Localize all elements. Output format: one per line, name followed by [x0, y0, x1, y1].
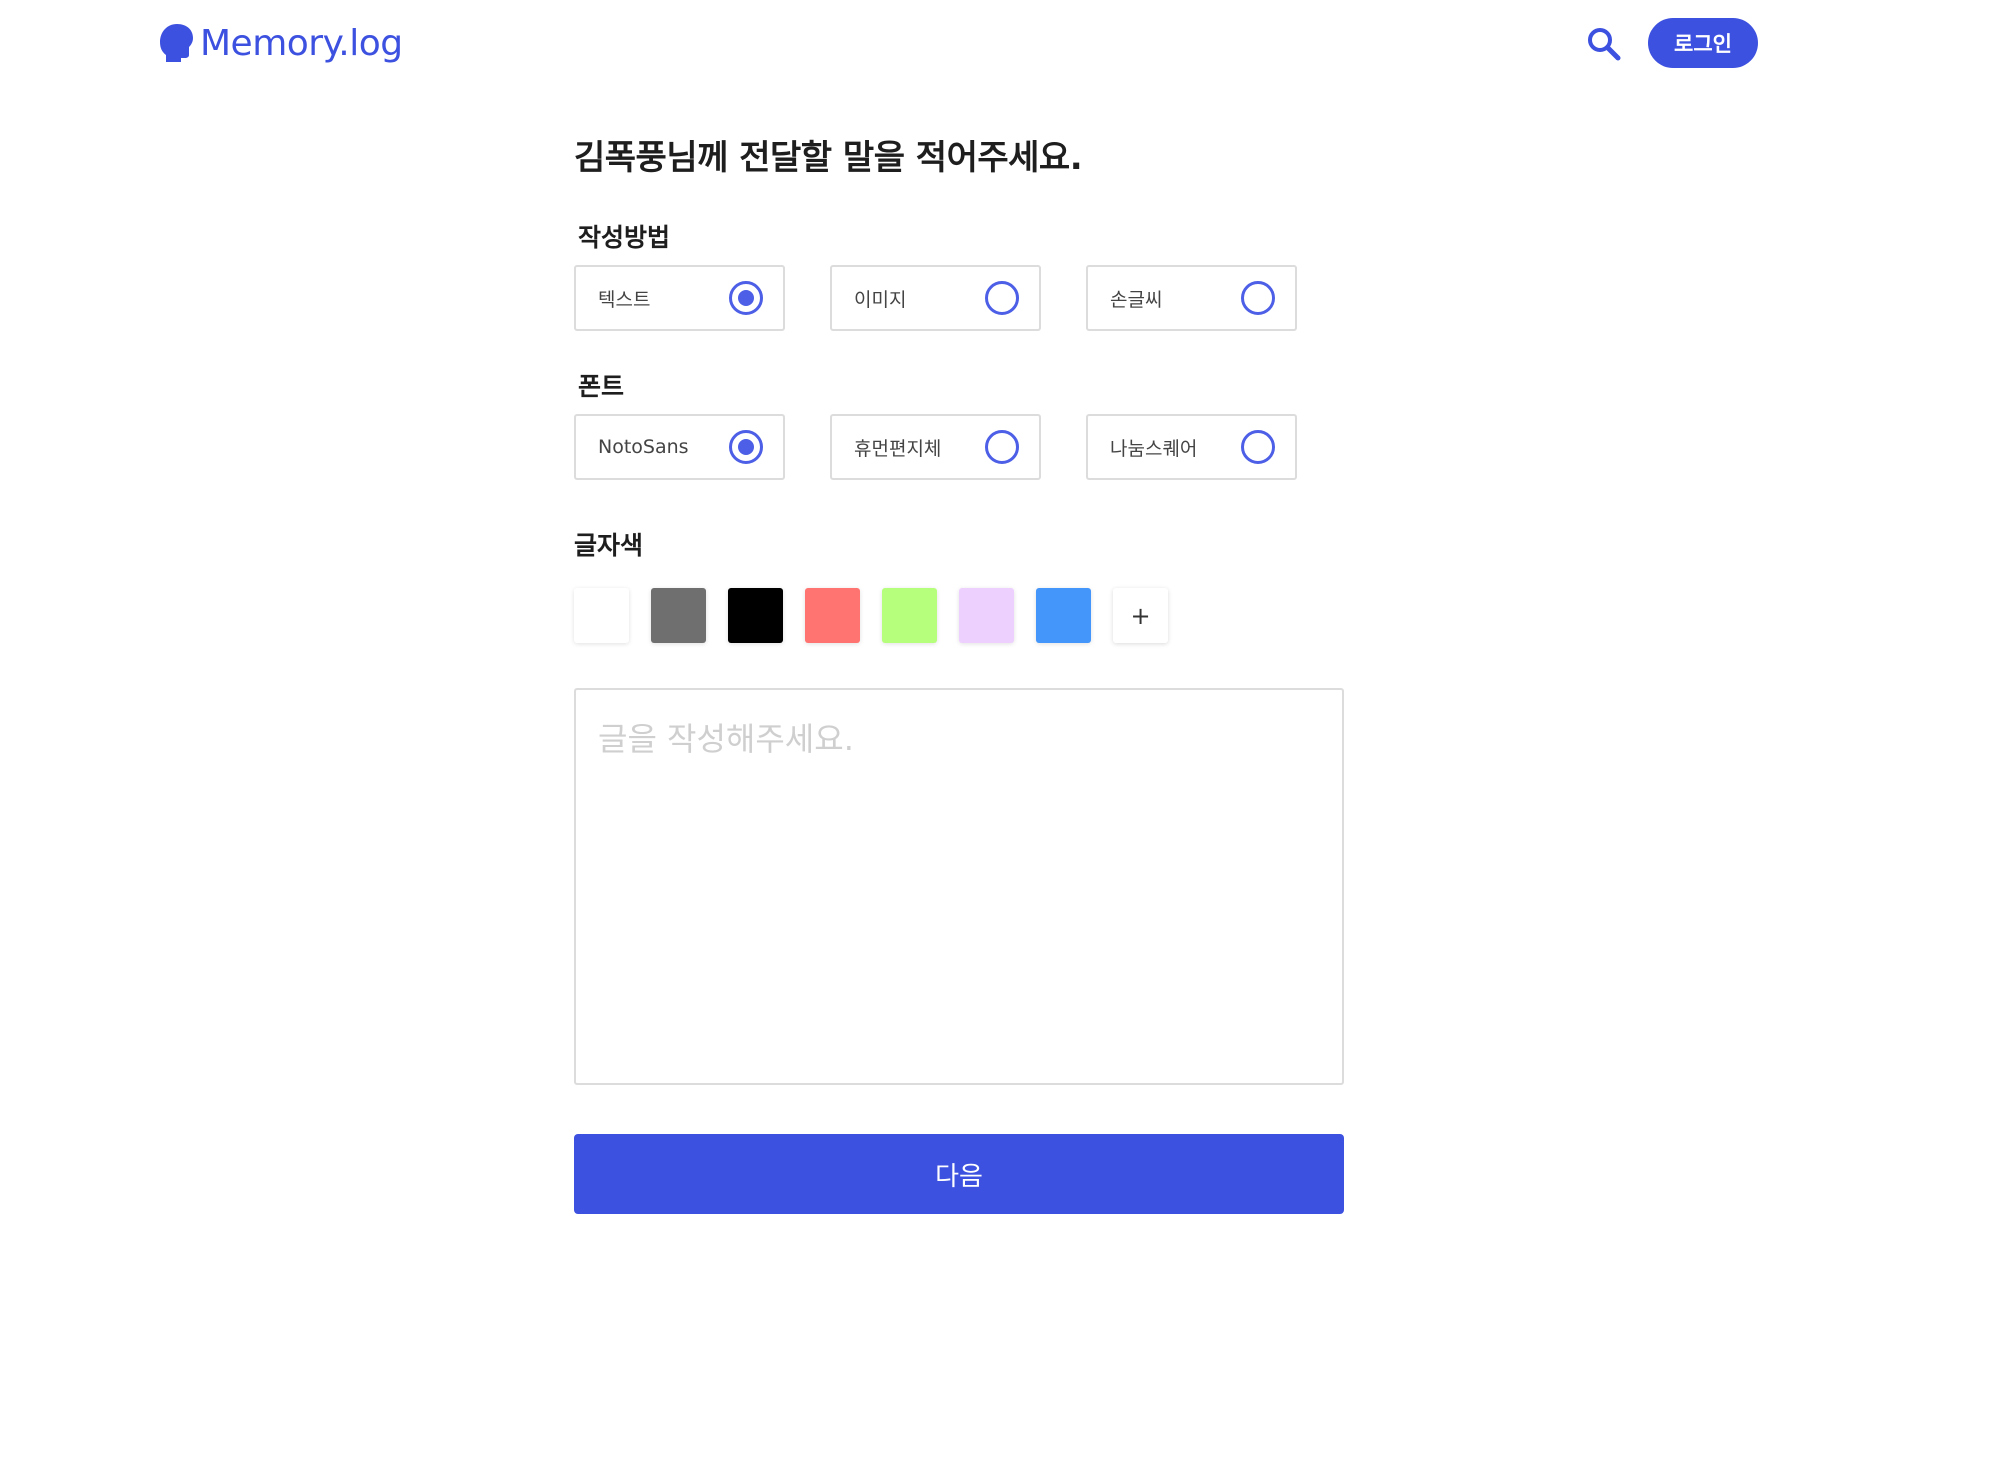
color-swatch-gray[interactable]	[651, 588, 706, 643]
option-label: 이미지	[854, 288, 907, 311]
radio-checked[interactable]	[729, 281, 763, 315]
font-label: 폰트	[578, 372, 625, 401]
message-textarea[interactable]	[574, 688, 1344, 1085]
radio-unchecked[interactable]	[985, 281, 1019, 315]
page-title: 김폭풍님께 전달할 말을 적어주세요.	[574, 138, 1083, 178]
login-button[interactable]: 로그인	[1648, 18, 1758, 68]
logo[interactable]: Memory.log	[158, 20, 403, 66]
search-icon	[1588, 28, 1621, 61]
font-option-notosans[interactable]: NotoSans	[574, 414, 785, 480]
logo-text: Memory.log	[200, 22, 403, 64]
font-option-nanum-square[interactable]: 나눔스퀘어	[1086, 414, 1297, 480]
write-method-option-handwriting[interactable]: 손글씨	[1086, 265, 1297, 331]
color-swatches: +	[574, 588, 1168, 643]
option-label: 텍스트	[598, 288, 651, 311]
radio-dot	[738, 439, 754, 455]
option-label: NotoSans	[598, 436, 689, 458]
color-swatch-blue[interactable]	[1036, 588, 1091, 643]
color-swatch-red[interactable]	[805, 588, 860, 643]
add-color-button[interactable]: +	[1113, 588, 1168, 643]
write-method-option-text[interactable]: 텍스트	[574, 265, 785, 331]
head-silhouette-icon	[160, 24, 193, 62]
option-label: 휴먼편지체	[854, 437, 942, 460]
search-button[interactable]	[1586, 26, 1622, 62]
write-method-options: 텍스트 이미지 손글씨	[574, 265, 1297, 331]
radio-checked[interactable]	[729, 430, 763, 464]
color-swatch-lavender[interactable]	[959, 588, 1014, 643]
next-button[interactable]: 다음	[574, 1134, 1344, 1214]
write-method-label: 작성방법	[578, 223, 671, 252]
radio-dot	[738, 290, 754, 306]
radio-unchecked[interactable]	[1241, 430, 1275, 464]
radio-unchecked[interactable]	[1241, 281, 1275, 315]
radio-unchecked[interactable]	[985, 430, 1019, 464]
text-color-label: 글자색	[574, 531, 644, 560]
write-method-option-image[interactable]: 이미지	[830, 265, 1041, 331]
option-label: 나눔스퀘어	[1110, 437, 1198, 460]
font-option-human-letter[interactable]: 휴먼편지체	[830, 414, 1041, 480]
header: Memory.log 로그인	[0, 0, 2000, 90]
font-options: NotoSans 휴먼편지체 나눔스퀘어	[574, 414, 1297, 480]
color-swatch-black[interactable]	[728, 588, 783, 643]
color-swatch-white[interactable]	[574, 588, 629, 643]
color-swatch-green[interactable]	[882, 588, 937, 643]
option-label: 손글씨	[1110, 288, 1163, 311]
